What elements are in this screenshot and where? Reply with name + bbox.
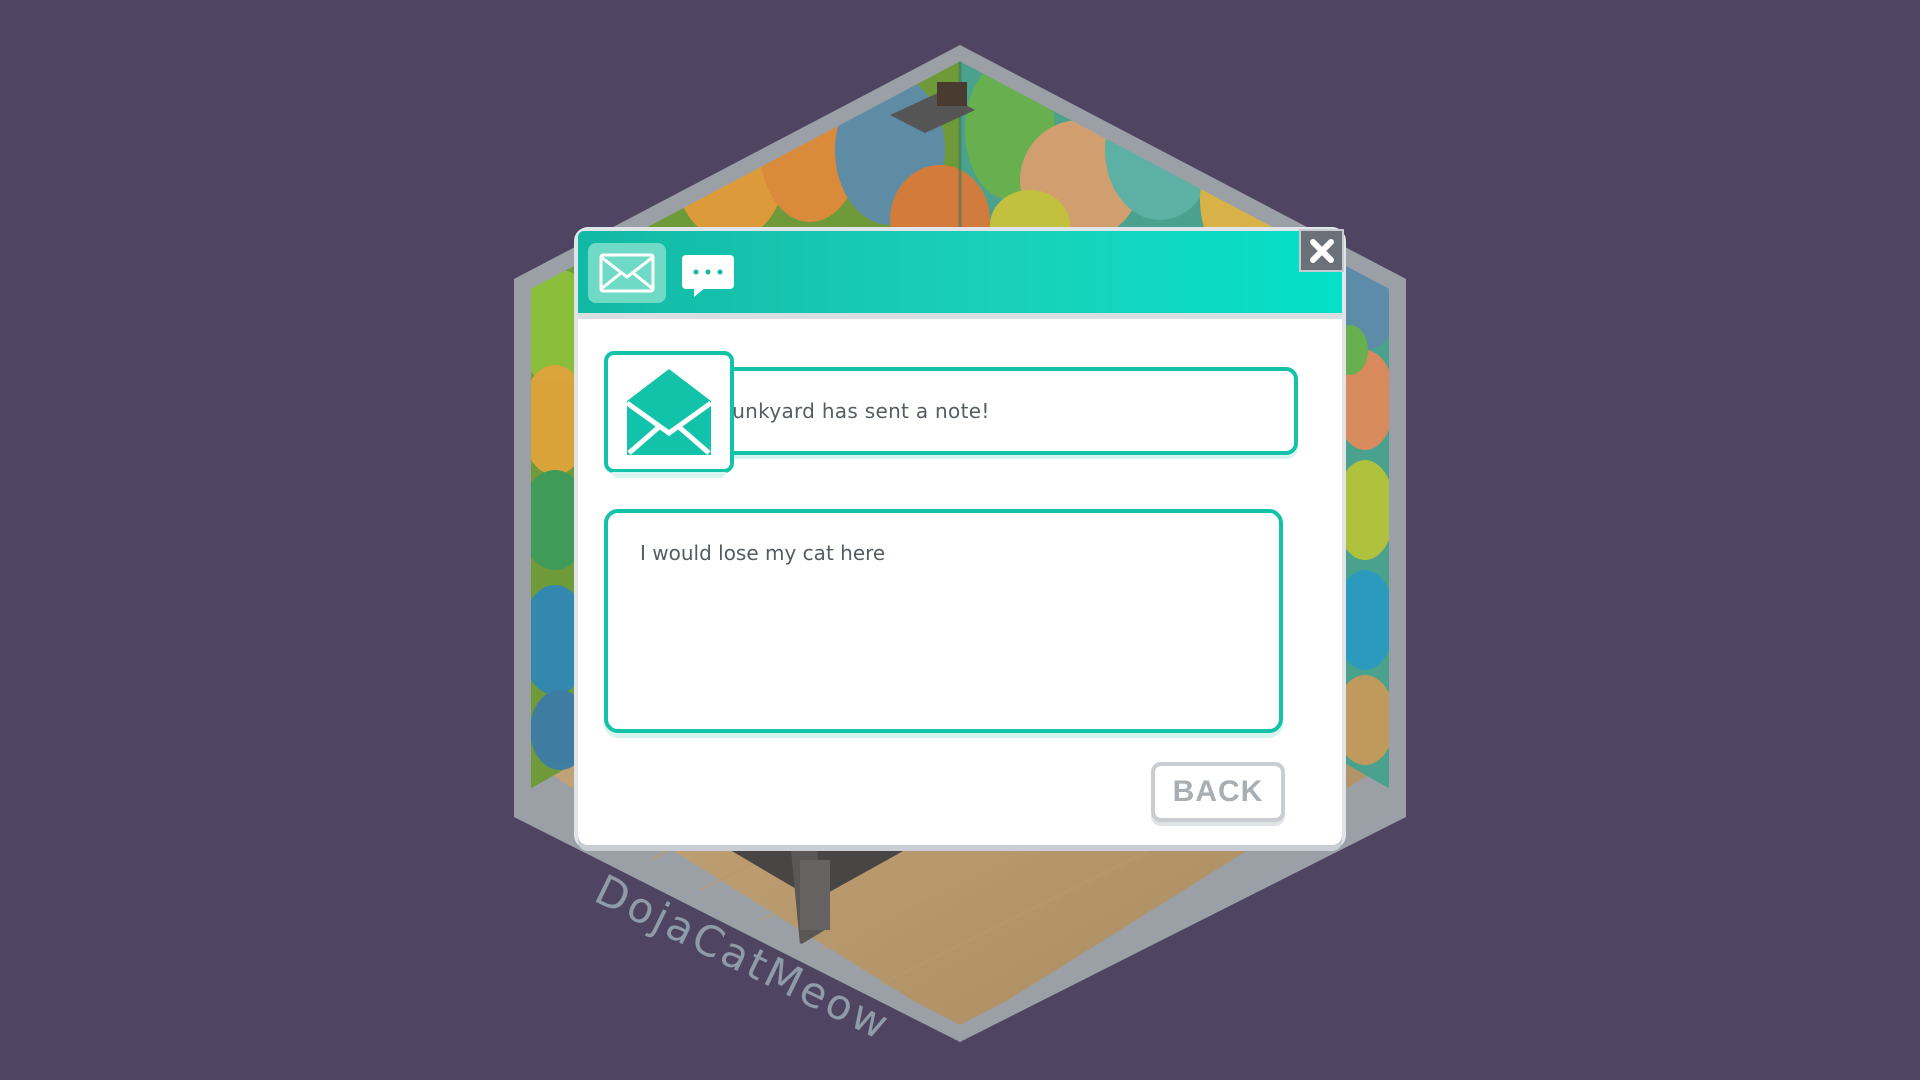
open-envelope-icon	[625, 369, 713, 455]
tab-chat[interactable]	[678, 249, 738, 303]
shelf-box	[937, 82, 967, 106]
close-button[interactable]	[1299, 229, 1344, 272]
message-box: I would lose my cat here	[604, 509, 1283, 733]
note-title: Junkyard has sent a note!	[726, 399, 990, 423]
dialog-header	[578, 229, 1344, 319]
game-scene: DojaCatMeow Junkyard has sent a note! I …	[0, 0, 1920, 1080]
back-button-label: BACK	[1172, 775, 1264, 808]
notes-dialog: Junkyard has sent a note! I would lose m…	[578, 229, 1344, 845]
close-icon	[1309, 238, 1334, 263]
message-text: I would lose my cat here	[640, 541, 886, 565]
tab-mail[interactable]	[588, 243, 666, 303]
chat-bubble-icon	[682, 255, 734, 297]
mail-icon	[599, 253, 655, 293]
note-title-box: Junkyard has sent a note!	[716, 367, 1298, 455]
note-icon-box	[604, 351, 734, 478]
back-button[interactable]: BACK	[1151, 762, 1285, 822]
